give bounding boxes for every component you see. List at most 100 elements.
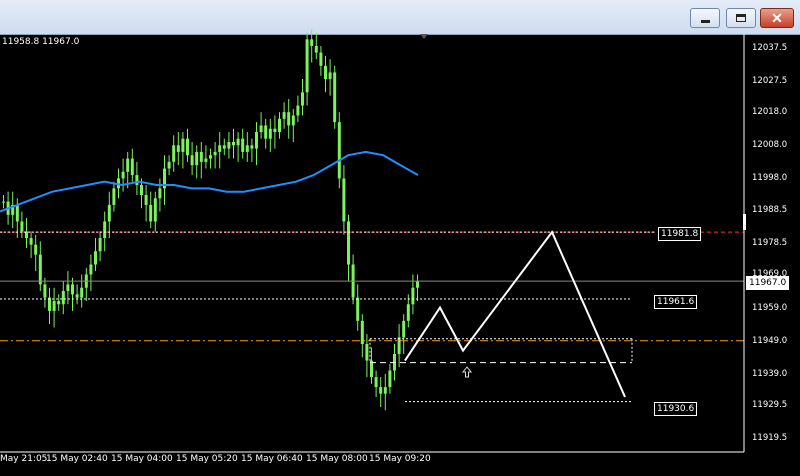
candle bbox=[328, 72, 332, 80]
candle bbox=[209, 155, 212, 159]
price-tick: 11998.0 bbox=[752, 173, 788, 184]
candle bbox=[71, 284, 74, 295]
candle bbox=[103, 221, 107, 239]
candle bbox=[305, 39, 309, 93]
candle bbox=[333, 72, 337, 123]
candle bbox=[411, 287, 415, 305]
candle bbox=[126, 158, 130, 172]
time-tick: 15 May 02:40 bbox=[46, 454, 108, 464]
projection-path bbox=[404, 230, 626, 398]
candle bbox=[195, 151, 199, 166]
candle bbox=[107, 204, 111, 222]
candle bbox=[406, 304, 410, 321]
candle bbox=[172, 145, 176, 162]
candle bbox=[140, 185, 143, 195]
candle bbox=[20, 221, 24, 232]
candle bbox=[167, 161, 171, 169]
candle bbox=[264, 125, 268, 139]
time-tick: 15 May 05:20 bbox=[176, 454, 238, 464]
price-tick: 12027.5 bbox=[752, 75, 788, 86]
candle bbox=[324, 65, 327, 80]
current-price-label: 11967.0 bbox=[746, 276, 790, 290]
time-tick: May 21:05 bbox=[0, 454, 48, 464]
candle bbox=[379, 387, 383, 394]
price-tick: 12037.5 bbox=[752, 42, 788, 53]
candle bbox=[38, 254, 42, 285]
candle bbox=[356, 297, 360, 321]
time-tick: 15 May 06:40 bbox=[241, 454, 303, 464]
candle bbox=[310, 39, 314, 46]
candle bbox=[186, 138, 189, 156]
candle bbox=[135, 175, 139, 186]
candle bbox=[383, 387, 387, 394]
time-tick: 15 May 08:00 bbox=[306, 454, 368, 464]
candle bbox=[397, 337, 401, 354]
candles bbox=[2, 29, 419, 411]
candle bbox=[319, 52, 323, 66]
candle bbox=[80, 287, 84, 298]
candle bbox=[250, 145, 254, 149]
candle bbox=[48, 297, 51, 311]
candle bbox=[291, 115, 295, 126]
candle bbox=[287, 112, 291, 126]
candle bbox=[15, 204, 19, 222]
chart-window: ✕ 11958.8 11967.0 12037.5 12027.5 12018.0 1… bbox=[0, 0, 800, 476]
candle bbox=[61, 291, 65, 305]
candle bbox=[144, 194, 148, 205]
candle bbox=[158, 188, 162, 199]
candle bbox=[314, 45, 318, 53]
price-tick: 11959.0 bbox=[752, 302, 788, 313]
candle bbox=[337, 122, 341, 179]
candle bbox=[218, 145, 222, 152]
candle bbox=[232, 141, 235, 146]
scroll-handle[interactable] bbox=[743, 214, 746, 230]
candle bbox=[57, 300, 61, 305]
candle bbox=[259, 125, 263, 133]
candle bbox=[222, 145, 226, 149]
price-tick: 11939.0 bbox=[752, 368, 788, 379]
candle bbox=[374, 377, 378, 388]
candle bbox=[301, 92, 304, 106]
price-tick: 12018.0 bbox=[752, 107, 788, 118]
candle bbox=[255, 132, 258, 149]
price-tick: 11929.5 bbox=[752, 400, 788, 411]
candle bbox=[227, 141, 231, 149]
candle bbox=[416, 281, 419, 288]
price-tick: 12008.0 bbox=[752, 140, 788, 151]
candle bbox=[75, 294, 79, 298]
candle bbox=[176, 145, 180, 152]
candle bbox=[236, 138, 240, 146]
resistance-level-label: 11981.8 bbox=[658, 227, 702, 241]
candle bbox=[268, 128, 272, 139]
candle bbox=[282, 112, 286, 119]
candle bbox=[190, 155, 194, 166]
price-tick: 11949.0 bbox=[752, 335, 788, 346]
candle bbox=[213, 151, 217, 156]
candle bbox=[204, 158, 208, 162]
candle bbox=[153, 198, 157, 222]
moving-average-line bbox=[0, 150, 419, 213]
price-tick: 11978.5 bbox=[752, 238, 788, 248]
candle bbox=[347, 221, 350, 265]
candle bbox=[89, 264, 93, 275]
candle bbox=[342, 178, 346, 222]
candle bbox=[94, 251, 97, 265]
candle bbox=[402, 320, 406, 338]
candle bbox=[52, 300, 56, 311]
candle bbox=[181, 138, 185, 152]
candle bbox=[130, 158, 134, 176]
candle bbox=[112, 188, 116, 205]
upper-level-label: 11961.6 bbox=[654, 295, 698, 309]
shift-marker-icon bbox=[420, 34, 428, 39]
candle bbox=[43, 284, 47, 298]
candle bbox=[98, 238, 102, 252]
candle bbox=[121, 171, 125, 179]
candle bbox=[273, 128, 277, 133]
candle bbox=[149, 204, 153, 222]
price-tick: 11919.5 bbox=[752, 433, 788, 444]
lower-level-label: 11930.6 bbox=[654, 402, 698, 416]
candle bbox=[241, 138, 245, 152]
price-tick: 11988.5 bbox=[752, 204, 788, 215]
candle bbox=[66, 284, 70, 292]
candle bbox=[365, 344, 369, 361]
